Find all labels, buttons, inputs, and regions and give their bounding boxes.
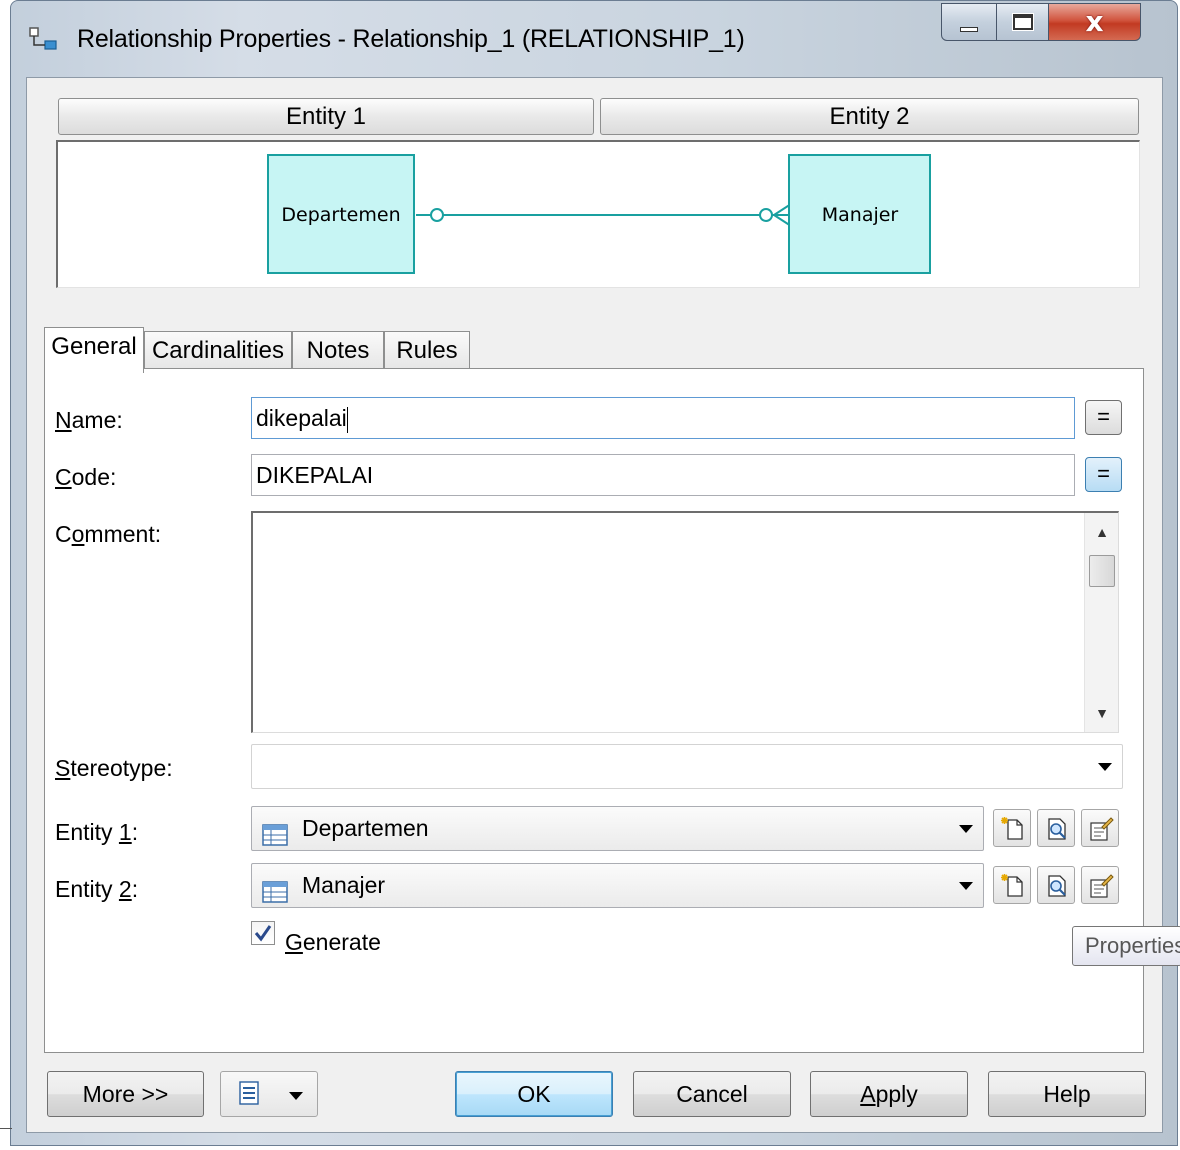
name-equals-button[interactable]: = [1085, 400, 1122, 435]
browse-icon [1048, 818, 1066, 840]
name-label: Name: [55, 407, 123, 433]
menu-list-icon [239, 1081, 267, 1112]
entity-table-icon [262, 817, 288, 860]
menu-split-button[interactable] [220, 1071, 318, 1117]
optional-circle-entity2 [759, 208, 773, 222]
properties-icon [1090, 817, 1114, 841]
background-line [0, 1128, 12, 1129]
minimize-icon [960, 26, 978, 32]
entity-manajer[interactable]: Manajer [788, 154, 931, 274]
chevron-down-icon [289, 1092, 303, 1100]
stereotype-label: Stereotype: [55, 755, 173, 781]
entity2-create-button[interactable] [993, 866, 1031, 904]
entity2-browse-button[interactable] [1037, 866, 1075, 904]
chevron-down-icon [959, 882, 973, 890]
code-label: Code: [55, 464, 117, 490]
chevron-down-icon [959, 825, 973, 833]
general-tab-panel: Name: dikepalai = Code: DIKEPALAI = Comm… [44, 368, 1144, 1053]
help-button[interactable]: Help [988, 1071, 1146, 1117]
entity-table-icon [262, 874, 288, 917]
maximize-icon [1012, 14, 1033, 30]
window-title: Relationship Properties - Relationship_1… [77, 25, 745, 53]
title-bar[interactable]: Relationship Properties - Relationship_1… [11, 1, 1177, 77]
code-equals-button[interactable]: = [1085, 457, 1122, 492]
scroll-thumb[interactable] [1089, 555, 1115, 587]
comment-label: Comment: [55, 521, 162, 547]
entity-departemen[interactable]: Departemen [267, 154, 415, 274]
generate-checkbox[interactable] [251, 921, 275, 945]
entity-manajer-label: Manajer [822, 204, 899, 226]
create-icon [1001, 817, 1023, 840]
dialog-client: Entity 1 Entity 2 Departemen Manajer Gen… [26, 77, 1163, 1133]
browse-icon [1048, 875, 1066, 897]
properties-tooltip: Properties [1072, 926, 1180, 966]
comment-scrollbar[interactable]: ▲ ▼ [1084, 513, 1118, 732]
optional-circle-entity1 [430, 208, 444, 222]
tab-general[interactable]: General [44, 327, 144, 373]
close-icon: x [1085, 5, 1104, 38]
comment-textarea[interactable]: ▲ ▼ [251, 511, 1119, 733]
entity1-combo[interactable]: Departemen [251, 806, 984, 851]
scroll-down-icon[interactable]: ▼ [1085, 698, 1119, 728]
more-button[interactable]: More >> [47, 1071, 204, 1117]
relationship-diagram: Departemen Manajer [56, 140, 1140, 288]
entity2-properties-button[interactable] [1081, 866, 1119, 904]
relationship-icon [29, 27, 57, 51]
code-input[interactable]: DIKEPALAI [251, 454, 1075, 496]
create-icon [1001, 874, 1023, 897]
maximize-button[interactable] [997, 3, 1049, 41]
apply-button[interactable]: Apply [810, 1071, 968, 1117]
entity-departemen-label: Departemen [281, 204, 400, 226]
entity1-browse-button[interactable] [1037, 809, 1075, 847]
entity2-combo[interactable]: Manajer [251, 863, 984, 908]
entity2-header-button[interactable]: Entity 2 [600, 98, 1139, 135]
name-input[interactable]: dikepalai [251, 397, 1075, 439]
entity1-header-button[interactable]: Entity 1 [58, 98, 594, 135]
close-button[interactable]: x [1049, 3, 1141, 41]
dialog-window: Relationship Properties - Relationship_1… [10, 0, 1178, 1146]
chevron-down-icon [1098, 763, 1112, 771]
entity1-create-button[interactable] [993, 809, 1031, 847]
minimize-button[interactable] [941, 3, 997, 41]
entity2-label: Entity 2: [55, 876, 139, 902]
tab-notes[interactable]: Notes [292, 331, 384, 371]
relationship-diagram-svg: Departemen Manajer [267, 154, 931, 274]
checkmark-icon [254, 925, 272, 942]
stereotype-combo[interactable] [251, 744, 1123, 789]
properties-icon [1090, 874, 1114, 898]
entity1-properties-button[interactable] [1081, 809, 1119, 847]
cancel-button[interactable]: Cancel [633, 1071, 791, 1117]
entity1-label: Entity 1: [55, 819, 139, 845]
tab-cardinalities[interactable]: Cardinalities [144, 331, 292, 371]
ok-button[interactable]: OK [455, 1071, 613, 1117]
generate-label[interactable]: Generate [285, 929, 381, 956]
tab-rules[interactable]: Rules [384, 331, 470, 371]
scroll-up-icon[interactable]: ▲ [1085, 517, 1119, 547]
